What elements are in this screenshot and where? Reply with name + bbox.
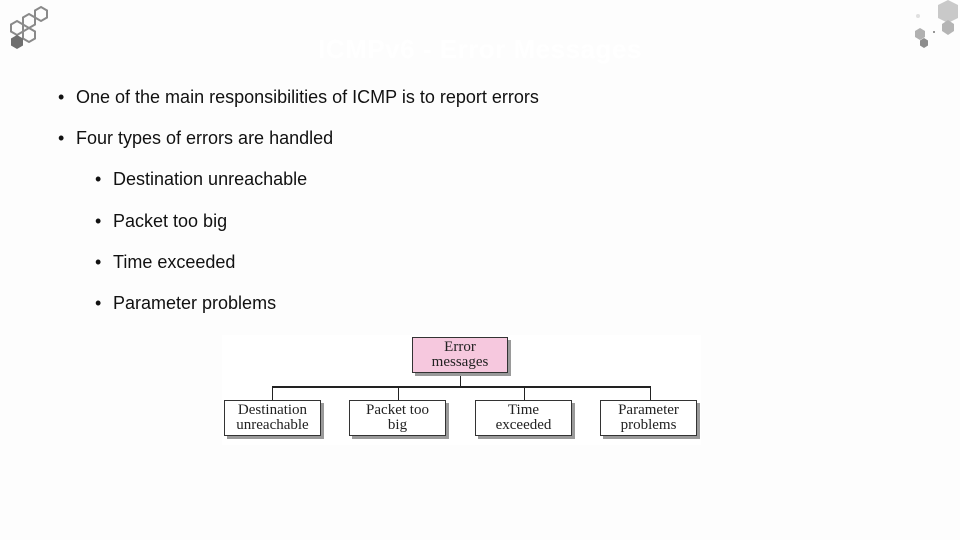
root-box-error-messages: Error messages <box>412 337 508 373</box>
connector-child <box>524 386 525 400</box>
bullet-item: • Four types of errors are handled <box>58 128 334 148</box>
bullet-item: • One of the main responsibilities of ICM… <box>58 87 539 107</box>
sub-bullet-item: • Packet too big <box>95 211 228 231</box>
child-box-parameter-problems: Parameter problems <box>600 400 697 436</box>
connector-child <box>398 386 399 400</box>
connector-child <box>272 386 273 400</box>
connector-horizontal <box>272 386 651 388</box>
child-box-destination-unreachable: Destination unreachable <box>224 400 321 436</box>
connector-root <box>460 372 461 387</box>
sub-bullet-item: • Destination unreachable <box>95 169 308 189</box>
child-box-packet-too-big: Packet too big <box>349 400 446 436</box>
connector-child <box>650 386 651 400</box>
slide-title: ICMPv6 - Error Messages <box>318 34 642 64</box>
sub-bullet-item: • Parameter problems <box>95 293 277 313</box>
child-box-time-exceeded: Time exceeded <box>475 400 572 436</box>
sub-bullet-item: • Time exceeded <box>95 252 236 272</box>
error-messages-diagram: Error messages Destination unreachable Pac… <box>222 335 701 445</box>
